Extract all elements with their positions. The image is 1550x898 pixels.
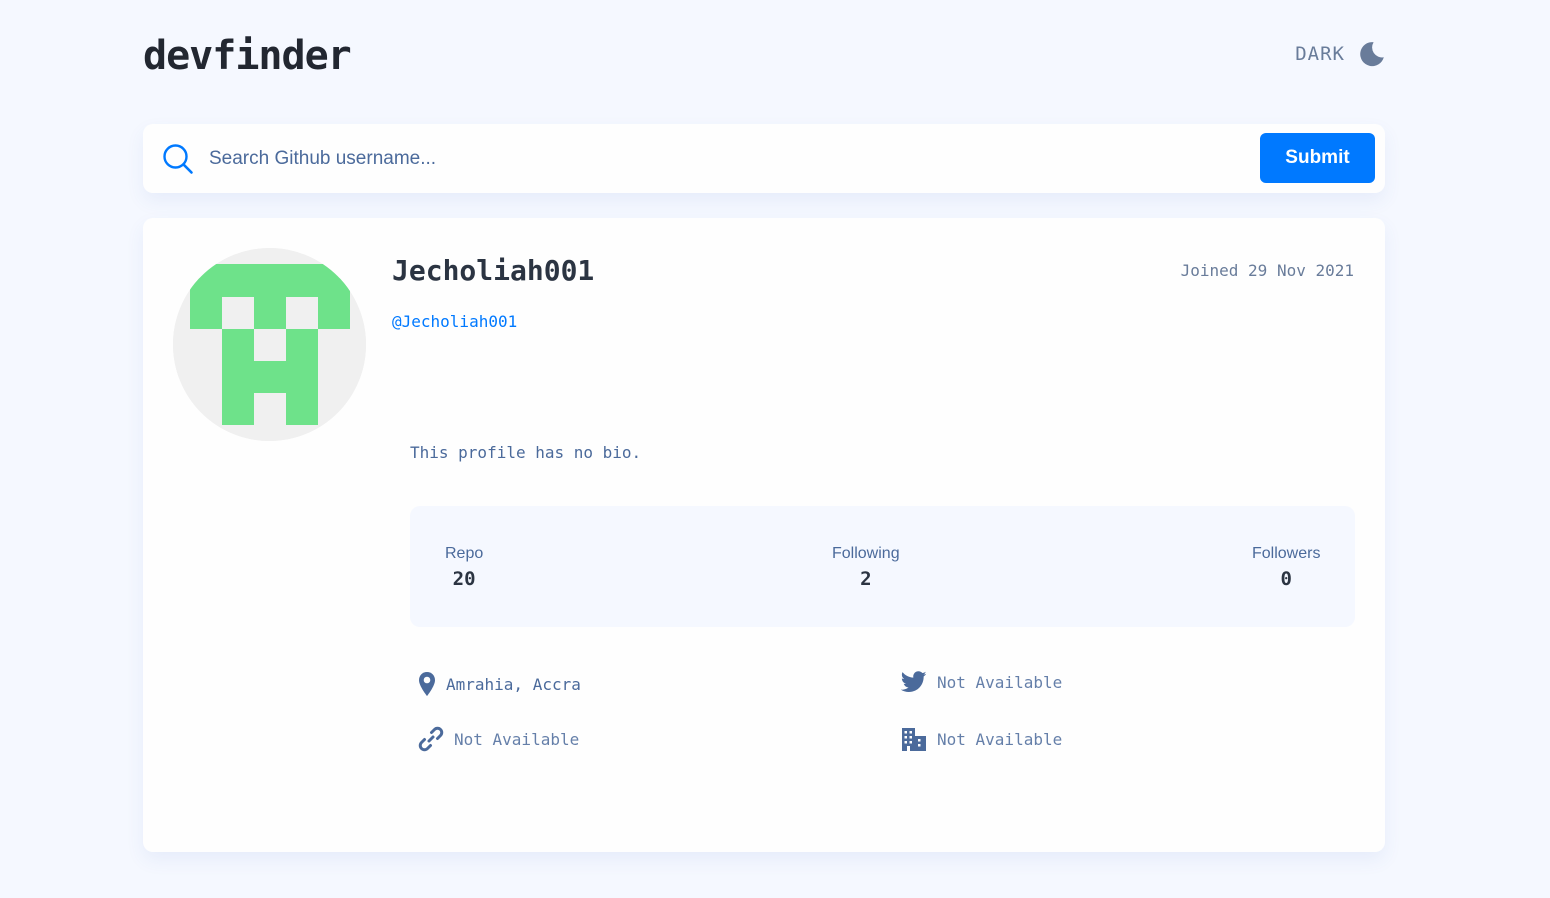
blog-text: Not Available [454,729,580,749]
stat-followers-value: 0 [1280,568,1292,590]
search-bar: Submit [143,124,1385,193]
stat-repo-label: Repo [445,545,484,562]
twitter-text: Not Available [937,672,1063,692]
company-item: Not Available [901,726,1062,752]
header: devfinder DARK [143,28,1385,84]
building-icon [901,726,927,752]
stat-following-value: 2 [860,568,872,590]
avatar-identicon [173,248,366,441]
twitter-item: Not Available [901,671,1062,693]
search-input[interactable] [209,136,1249,181]
location-item: Amrahia, Accra [418,671,581,697]
stats-panel: Repo 20 Following 2 Followers 0 [410,506,1355,627]
blog-item: Not Available [418,726,579,752]
joined-date: Joined 29 Nov 2021 [1180,261,1354,280]
app-root: devfinder DARK Submit [0,0,1550,898]
avatar [173,248,366,441]
stat-followers-label: Followers [1252,545,1321,562]
stat-repo: Repo 20 [445,544,483,592]
theme-toggle-label[interactable]: DARK [1295,43,1345,65]
link-icon [418,726,444,752]
profile-links: Amrahia, Accra Not Available Not Availab… [410,668,1355,788]
profile-name: Jecholiah001 [392,254,595,287]
theme-toggle[interactable]: DARK [1295,41,1385,67]
profile-card: Jecholiah001 Joined 29 Nov 2021 @Jecholi… [143,218,1385,852]
stat-followers: Followers 0 [1252,544,1320,592]
search-icon [162,143,194,175]
moon-icon[interactable] [1359,41,1385,67]
app-logo: devfinder [143,33,352,79]
profile-bio: This profile has no bio. [410,443,642,462]
stat-following-label: Following [832,545,900,562]
stat-repo-value: 20 [452,568,476,590]
location-pin-icon [418,671,436,697]
location-text: Amrahia, Accra [446,674,581,694]
submit-button[interactable]: Submit [1260,133,1375,183]
profile-login-link[interactable]: @Jecholiah001 [392,312,517,331]
company-text: Not Available [937,729,1063,749]
stat-following: Following 2 [832,544,900,592]
twitter-icon [901,671,927,693]
